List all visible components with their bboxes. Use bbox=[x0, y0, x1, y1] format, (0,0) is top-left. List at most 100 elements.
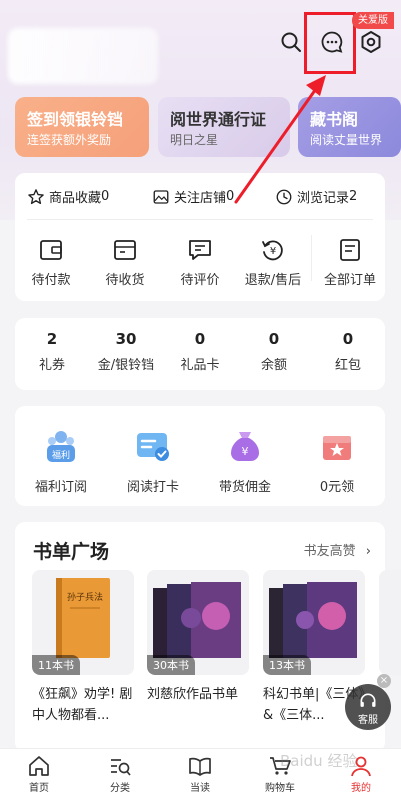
box-icon bbox=[114, 240, 136, 260]
quick-link-label: 浏览记录 bbox=[297, 191, 350, 206]
clock-icon bbox=[276, 189, 292, 204]
order-label: 全部订单 bbox=[323, 273, 376, 288]
book-cover-text: 孙子兵法 bbox=[67, 591, 103, 603]
annotation-highlight-box bbox=[304, 12, 356, 74]
picture-icon bbox=[153, 189, 169, 204]
service-commission[interactable]: ¥ 带货佣金 bbox=[199, 428, 291, 495]
orders-card: 商品收藏 0 关注店铺 0 浏览记录 2 待付款 待收货 待评价 ¥ 退款/售后… bbox=[15, 173, 385, 301]
tab-label: 首页 bbox=[29, 783, 49, 794]
book-list-title: 刘慈欣作品书单 bbox=[147, 687, 239, 702]
quick-link-count: 0 bbox=[101, 189, 110, 204]
tab-label: 分类 bbox=[110, 783, 130, 794]
book-list-cover: 孙子兵法 11本书 bbox=[32, 570, 134, 675]
banner-pass[interactable]: 阅世界通行证 明日之星 bbox=[158, 97, 290, 157]
quick-link-favorites[interactable]: 商品收藏 0 bbox=[27, 187, 109, 206]
asset-value: 0 bbox=[342, 330, 354, 348]
quick-links: 商品收藏 0 关注店铺 0 浏览记录 2 bbox=[15, 173, 385, 219]
book-list-item[interactable]: 孙子兵法 11本书 《狂飙》劝学! 剧中人物都看... bbox=[32, 570, 134, 726]
banner-title: 签到领银铃铛 bbox=[27, 110, 124, 129]
order-refund[interactable]: ¥ 退款/售后 bbox=[236, 233, 310, 288]
asset-balance[interactable]: 0 余额 bbox=[237, 330, 311, 373]
top-bar: 关爱版 bbox=[0, 0, 401, 90]
book-count-badge: 30本书 bbox=[147, 655, 195, 675]
quick-link-history[interactable]: 浏览记录 2 bbox=[275, 187, 357, 206]
svg-text:¥: ¥ bbox=[270, 246, 276, 257]
services-card: 福利 福利订阅 阅读打卡 ¥ 带货佣金 0元领 bbox=[15, 406, 385, 506]
book-list-cover bbox=[379, 570, 401, 675]
home-icon bbox=[29, 756, 49, 776]
customer-service-label: 客服 bbox=[358, 715, 378, 726]
asset-label: 红包 bbox=[334, 358, 361, 373]
open-book-icon bbox=[189, 757, 211, 776]
order-label: 退款/售后 bbox=[244, 273, 302, 288]
order-pending-receipt[interactable]: 待收货 bbox=[88, 233, 162, 288]
headset-icon bbox=[360, 693, 376, 707]
order-label: 待付款 bbox=[31, 273, 71, 288]
welfare-people-icon: 福利 bbox=[47, 431, 75, 462]
svg-text:¥: ¥ bbox=[242, 445, 249, 458]
asset-value: 0 bbox=[194, 330, 206, 348]
quick-link-followed-shops[interactable]: 关注店铺 0 bbox=[152, 187, 234, 206]
book-count-badge: 13本书 bbox=[263, 655, 311, 675]
checkin-card-icon bbox=[137, 433, 169, 461]
book-list-item[interactable]: 30本书 刘慈欣作品书单 bbox=[147, 570, 249, 726]
gift-box-icon bbox=[323, 436, 351, 460]
asset-gift-card[interactable]: 0 礼品卡 bbox=[163, 330, 237, 373]
banner-subtitle: 阅读丈量世界 bbox=[310, 133, 383, 147]
asset-red-packet[interactable]: 0 红包 bbox=[311, 330, 385, 373]
money-bag-icon: ¥ bbox=[231, 432, 259, 461]
book-list-cover: 30本书 bbox=[147, 570, 249, 675]
order-pending-review[interactable]: 待评价 bbox=[163, 233, 237, 288]
service-welfare-subscription[interactable]: 福利 福利订阅 bbox=[15, 428, 107, 495]
asset-value: 2 bbox=[46, 330, 58, 348]
order-status-row: 待付款 待收货 待评价 ¥ 退款/售后 全部订单 bbox=[15, 233, 385, 299]
divider bbox=[311, 235, 312, 281]
order-pending-payment[interactable]: 待付款 bbox=[14, 233, 88, 288]
book-list-item-partial[interactable] bbox=[379, 570, 401, 675]
service-free-claim[interactable]: 0元领 bbox=[291, 428, 383, 495]
asset-label: 礼品卡 bbox=[180, 358, 220, 373]
tab-reading[interactable]: 当读 bbox=[170, 755, 230, 794]
book-lists-card: 书单广场 书友高赞 › 孙子兵法 11本书 《狂飙》劝学! 剧中人物都看... bbox=[15, 522, 401, 752]
tab-label: 购物车 bbox=[265, 783, 295, 794]
service-reading-checkin[interactable]: 阅读打卡 bbox=[107, 428, 199, 495]
quick-link-count: 2 bbox=[349, 189, 358, 204]
divider bbox=[27, 219, 373, 220]
settings-icon[interactable] bbox=[359, 30, 383, 54]
order-all[interactable]: 全部订单 bbox=[313, 233, 387, 288]
quick-link-label: 关注店铺 bbox=[174, 191, 227, 206]
star-icon bbox=[28, 188, 44, 204]
asset-label: 金/银铃铛 bbox=[97, 358, 155, 373]
list-icon bbox=[340, 239, 360, 261]
service-label: 带货佣金 bbox=[218, 480, 271, 495]
asset-value: 0 bbox=[268, 330, 280, 348]
tab-home[interactable]: 首页 bbox=[9, 755, 69, 794]
asset-label: 余额 bbox=[260, 358, 287, 373]
order-label: 待评价 bbox=[180, 273, 220, 288]
banner-title: 阅世界通行证 bbox=[170, 110, 267, 129]
asset-coupons[interactable]: 2 礼券 bbox=[15, 330, 89, 373]
quick-link-label: 商品收藏 bbox=[49, 191, 102, 206]
tab-label: 我的 bbox=[351, 783, 371, 794]
asset-bells[interactable]: 30 金/银铃铛 bbox=[89, 330, 163, 373]
service-label: 阅读打卡 bbox=[126, 480, 179, 495]
banner-subtitle: 连签获额外奖励 bbox=[27, 133, 112, 147]
banner-subtitle: 明日之星 bbox=[170, 133, 219, 147]
wallet-icon bbox=[40, 240, 62, 260]
tab-label: 当读 bbox=[190, 783, 210, 794]
category-search-icon bbox=[111, 759, 131, 776]
welfare-icon-text: 福利 bbox=[52, 449, 70, 461]
customer-service-button[interactable]: 客服 bbox=[345, 684, 391, 730]
banner-signin[interactable]: 签到领银铃铛 连签获额外奖励 bbox=[15, 97, 149, 157]
tab-category[interactable]: 分类 bbox=[90, 755, 150, 794]
section-more-link[interactable]: 书友高赞 › bbox=[304, 540, 371, 559]
book-count-badge: 11本书 bbox=[32, 655, 80, 675]
quick-link-count: 0 bbox=[226, 189, 235, 204]
comment-icon bbox=[189, 240, 211, 260]
profile-area-blurred[interactable] bbox=[8, 28, 158, 84]
order-label: 待收货 bbox=[105, 273, 145, 288]
refund-icon: ¥ bbox=[262, 240, 283, 261]
search-icon[interactable] bbox=[279, 30, 303, 54]
banner-library[interactable]: 藏书阁 阅读丈量世界 bbox=[298, 97, 401, 157]
care-mode-badge[interactable]: 关爱版 bbox=[352, 12, 394, 29]
